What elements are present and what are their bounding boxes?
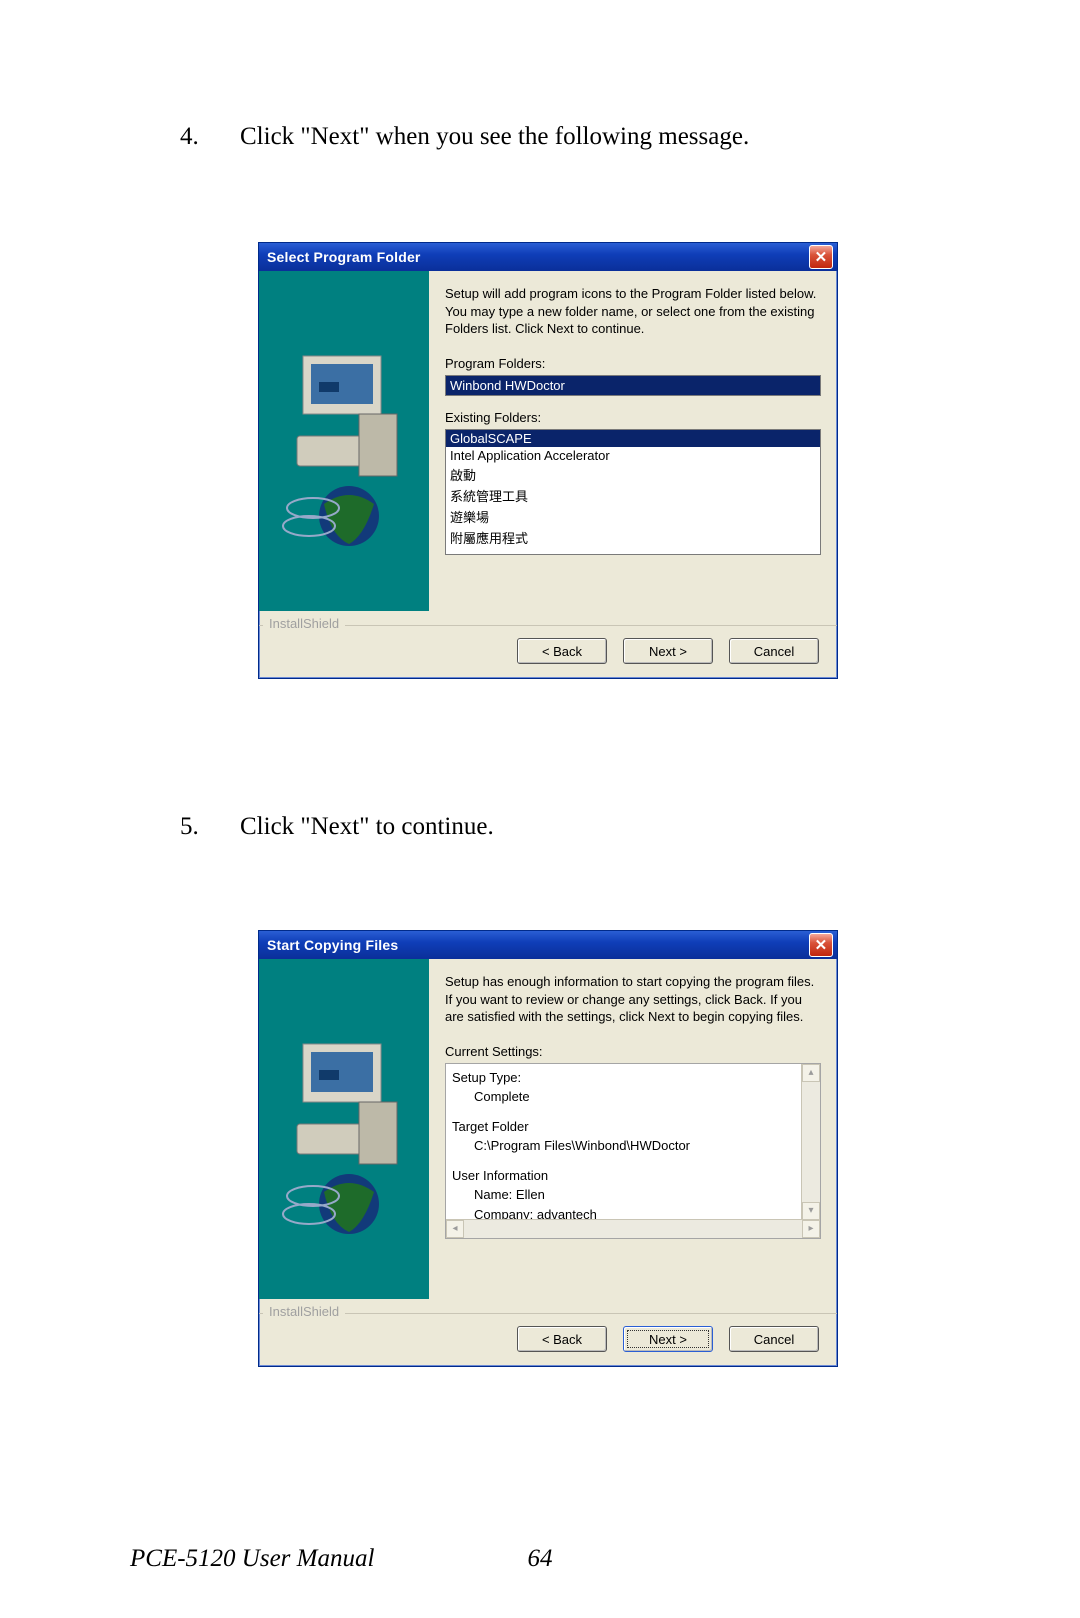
page-footer: PCE-5120 User Manual 64 bbox=[130, 1545, 950, 1573]
install-shield-separator: InstallShield bbox=[259, 625, 837, 626]
install-shield-legend: InstallShield bbox=[263, 1304, 345, 1319]
step-text: Click "Next" when you see the following … bbox=[240, 120, 880, 154]
scroll-up-icon[interactable]: ▴ bbox=[802, 1064, 820, 1082]
vertical-scrollbar[interactable]: ▴ ▾ bbox=[801, 1064, 820, 1220]
scroll-right-icon[interactable]: ▸ bbox=[802, 1220, 820, 1238]
wizard-graphic bbox=[259, 959, 429, 1299]
footer-manual-title: PCE-5120 User Manual bbox=[130, 1545, 374, 1573]
install-shield-separator: InstallShield bbox=[259, 1313, 837, 1314]
dialog-button-row: < Back Next > Cancel bbox=[259, 626, 837, 678]
horizontal-scrollbar[interactable]: ◂ ▸ bbox=[446, 1219, 820, 1238]
footer-page-number: 64 bbox=[528, 1545, 553, 1573]
select-program-folder-dialog: Select Program Folder ✕ Setup will add bbox=[258, 242, 838, 679]
existing-folders-label: Existing Folders: bbox=[445, 410, 821, 425]
dialog-description: Setup will add program icons to the Prog… bbox=[445, 285, 821, 338]
dialog-description: Setup has enough information to start co… bbox=[445, 973, 821, 1026]
computer-globe-icon bbox=[279, 1014, 409, 1244]
dialog-button-row: < Back Next > Cancel bbox=[259, 1314, 837, 1366]
close-icon[interactable]: ✕ bbox=[809, 933, 833, 957]
list-item[interactable]: 系統管理工具 bbox=[446, 485, 820, 506]
scroll-down-icon[interactable]: ▾ bbox=[802, 1202, 820, 1220]
program-folders-label: Program Folders: bbox=[445, 356, 821, 371]
next-button[interactable]: Next > bbox=[623, 1326, 713, 1352]
step-number: 5. bbox=[180, 810, 240, 844]
step-text: Click "Next" to continue. bbox=[240, 810, 880, 844]
titlebar[interactable]: Start Copying Files ✕ bbox=[259, 931, 837, 959]
dialog-title: Start Copying Files bbox=[267, 937, 809, 953]
start-copying-files-dialog: Start Copying Files ✕ Setup has enough bbox=[258, 930, 838, 1367]
setup-type-heading: Setup Type: bbox=[452, 1068, 814, 1088]
existing-folders-list[interactable]: GlobalSCAPE Intel Application Accelerato… bbox=[445, 429, 821, 555]
list-item[interactable]: Intel Application Accelerator bbox=[446, 447, 820, 464]
next-button[interactable]: Next > bbox=[623, 638, 713, 664]
instruction-step-5: 5. Click "Next" to continue. bbox=[180, 810, 880, 844]
list-item[interactable]: 啟動 bbox=[446, 464, 820, 485]
back-button[interactable]: < Back bbox=[517, 1326, 607, 1352]
current-settings-box: Setup Type: Complete Target Folder C:\Pr… bbox=[445, 1063, 821, 1239]
scroll-left-icon[interactable]: ◂ bbox=[446, 1220, 464, 1238]
cancel-button[interactable]: Cancel bbox=[729, 1326, 819, 1352]
program-folders-input[interactable] bbox=[445, 375, 821, 396]
instruction-step-4: 4. Click "Next" when you see the followi… bbox=[180, 120, 880, 154]
titlebar[interactable]: Select Program Folder ✕ bbox=[259, 243, 837, 271]
wizard-graphic bbox=[259, 271, 429, 611]
close-icon[interactable]: ✕ bbox=[809, 245, 833, 269]
user-info-heading: User Information bbox=[452, 1166, 814, 1186]
step-number: 4. bbox=[180, 120, 240, 154]
list-item[interactable]: 遊樂場 bbox=[446, 506, 820, 527]
list-item[interactable]: 附屬應用程式 bbox=[446, 527, 820, 548]
cancel-button[interactable]: Cancel bbox=[729, 638, 819, 664]
current-settings-label: Current Settings: bbox=[445, 1044, 821, 1059]
setup-type-value: Complete bbox=[452, 1087, 814, 1107]
target-folder-heading: Target Folder bbox=[452, 1117, 814, 1137]
user-name-value: Name: Ellen bbox=[452, 1185, 814, 1205]
install-shield-legend: InstallShield bbox=[263, 616, 345, 631]
back-button[interactable]: < Back bbox=[517, 638, 607, 664]
computer-globe-icon bbox=[279, 326, 409, 556]
target-folder-value: C:\Program Files\Winbond\HWDoctor bbox=[452, 1136, 814, 1156]
dialog-title: Select Program Folder bbox=[267, 249, 809, 265]
list-item[interactable]: GlobalSCAPE bbox=[446, 430, 820, 447]
